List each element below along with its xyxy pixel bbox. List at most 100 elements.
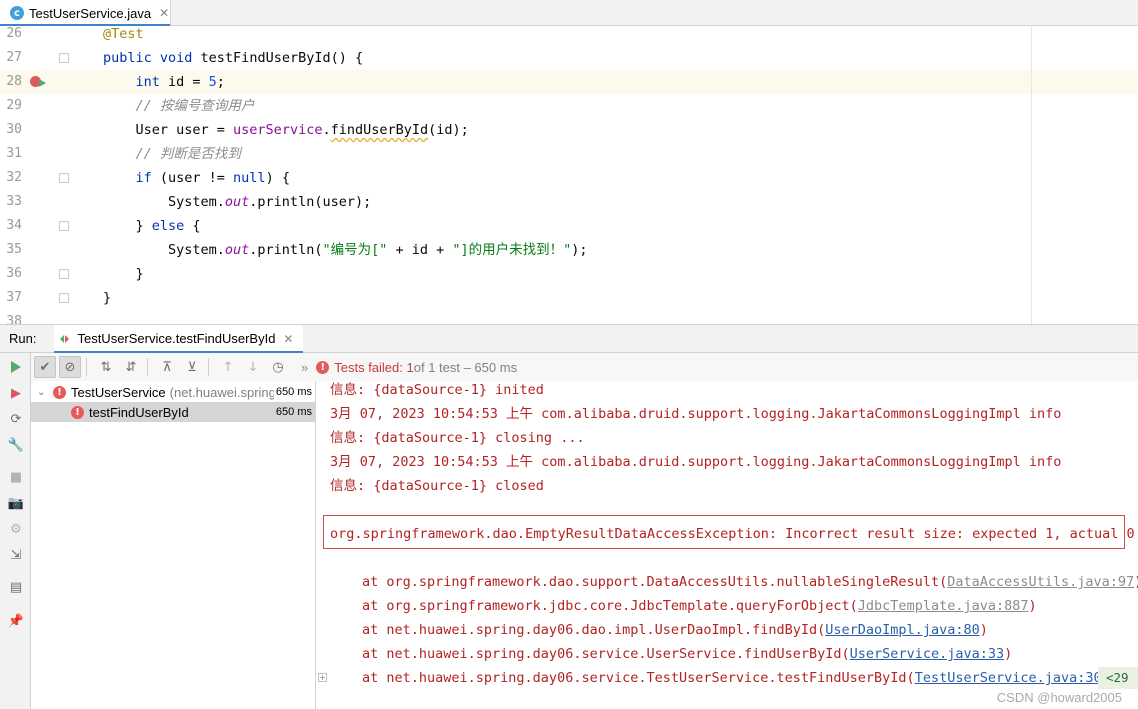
code-text: @Test bbox=[103, 26, 144, 42]
run-icon bbox=[39, 79, 46, 87]
stack-trace-line: at net.huawei.spring.day06.service.TestU… bbox=[362, 670, 1110, 686]
code-line[interactable]: 34} else { bbox=[0, 214, 1138, 238]
line-number: 32 bbox=[6, 170, 22, 185]
editor-tab-label: TestUserService.java bbox=[29, 5, 152, 21]
toolbar-separator bbox=[86, 358, 87, 376]
code-line[interactable]: 36} bbox=[0, 262, 1138, 286]
console-line: 信息: {dataSource-1} closed bbox=[330, 478, 544, 494]
code-text: } bbox=[103, 290, 112, 306]
stack-trace-line: at net.huawei.spring.day06.service.UserS… bbox=[362, 646, 1013, 662]
source-link[interactable]: JdbcTemplate.java:887 bbox=[858, 598, 1029, 614]
code-line[interactable]: 26 @Test bbox=[0, 26, 1138, 46]
next-failed-icon[interactable]: ↓ bbox=[242, 356, 264, 378]
code-text: System.out.println("编号为[" + id + "]的用户未找… bbox=[168, 242, 588, 258]
tree-row-suite[interactable]: ⌄ ! TestUserService (net.huawei.spring 6… bbox=[31, 382, 316, 402]
watermark: CSDN @howard2005 bbox=[996, 690, 1122, 705]
fold-marker-icon[interactable] bbox=[59, 173, 69, 183]
line-number: 30 bbox=[6, 122, 22, 137]
code-line[interactable]: 35 System.out.println("编号为[" + id + "]的用户… bbox=[0, 238, 1138, 262]
source-link[interactable]: UserService.java:33 bbox=[850, 646, 1004, 662]
collapse-all-icon[interactable]: ⊻ bbox=[181, 356, 203, 378]
test-history-icon[interactable]: ◷ bbox=[267, 356, 289, 378]
expand-icon[interactable]: + bbox=[318, 673, 327, 682]
more-frames-badge[interactable]: <29 bbox=[1098, 667, 1138, 689]
previous-failed-icon[interactable]: ↑ bbox=[217, 356, 239, 378]
close-icon[interactable]: ✕ bbox=[159, 6, 169, 20]
code-line[interactable]: 32 if (user != null) { bbox=[0, 166, 1138, 190]
error-icon: ! bbox=[316, 360, 330, 374]
rerun-icon[interactable] bbox=[8, 359, 24, 375]
code-line[interactable]: 27 public void testFindUserById() { bbox=[0, 46, 1138, 70]
source-link[interactable]: TestUserService.java:30 bbox=[915, 670, 1102, 686]
line-number: 31 bbox=[6, 146, 22, 161]
code-editor[interactable]: 26 @Test 27 public void testFindUserById() … bbox=[0, 26, 1138, 324]
fold-marker-icon[interactable] bbox=[59, 53, 69, 63]
tests-summary-label: of 1 test – 650 ms bbox=[413, 359, 518, 375]
line-number: 26 bbox=[6, 26, 22, 41]
fold-marker-icon[interactable] bbox=[59, 221, 69, 231]
line-number: 36 bbox=[6, 266, 22, 281]
sort-alpha-icon[interactable]: ⇅ bbox=[95, 356, 117, 378]
console-line: 3月 07, 2023 10:54:53 上午 com.alibaba.drui… bbox=[330, 406, 1062, 422]
close-icon[interactable]: ✕ bbox=[283, 332, 293, 346]
tree-item-name: testFindUserById bbox=[89, 404, 189, 420]
java-class-icon: c bbox=[10, 6, 24, 20]
code-line[interactable]: 33 System.out.println(user); bbox=[0, 190, 1138, 214]
code-line[interactable]: 37} bbox=[0, 286, 1138, 310]
stop-icon[interactable]: ■ bbox=[8, 469, 24, 485]
run-config-tab[interactable]: TestUserService.testFindUserById ✕ bbox=[54, 324, 304, 354]
code-line[interactable]: 31 // 判断是否找到 bbox=[0, 142, 1138, 166]
code-text: } else { bbox=[135, 218, 201, 234]
code-line[interactable]: 30 User user = userService.findUserById(i… bbox=[0, 118, 1138, 142]
show-passed-icon[interactable]: ✔ bbox=[34, 356, 56, 378]
tree-row-test[interactable]: ! testFindUserById 650 ms bbox=[31, 402, 316, 422]
error-icon: ! bbox=[53, 385, 66, 399]
test-status: » ! Tests failed: 1 of 1 test – 650 ms bbox=[301, 353, 517, 381]
run-config-tab-label: TestUserService.testFindUserById bbox=[77, 331, 276, 346]
wrench-icon[interactable]: 🔧 bbox=[8, 437, 24, 453]
exception-line: org.springframework.dao.EmptyResultDataA… bbox=[330, 526, 1135, 542]
fold-marker-icon[interactable] bbox=[59, 293, 69, 303]
expand-all-icon[interactable]: ⊼ bbox=[156, 356, 178, 378]
source-link[interactable]: UserDaoImpl.java:80 bbox=[825, 622, 979, 638]
pin-icon[interactable]: 📌 bbox=[8, 613, 24, 629]
code-line[interactable]: 38 bbox=[0, 310, 1138, 324]
tests-failed-label: Tests failed: 1 bbox=[334, 359, 414, 375]
chevron-down-icon[interactable]: ⌄ bbox=[37, 387, 49, 398]
tree-item-duration: 650 ms bbox=[275, 386, 312, 398]
rerun-failed-icon[interactable]: ▶ bbox=[8, 385, 24, 401]
tree-item-package: (net.huawei.spring bbox=[169, 384, 274, 400]
test-toolbar: ✔ ⊘ ⇅ ⇵ ⊼ ⊻ ↑ ↓ ◷ » ! Tests failed: 1 of… bbox=[31, 353, 1138, 381]
run-toolwindow-header: Run: TestUserService.testFindUserById ✕ bbox=[0, 324, 1138, 354]
error-icon: ! bbox=[71, 405, 84, 419]
toggle-auto-test-icon[interactable]: ⟳ bbox=[8, 411, 24, 427]
code-line[interactable]: 29 // 按编号查询用户 bbox=[0, 94, 1138, 118]
run-test-gutter-icon[interactable] bbox=[30, 76, 46, 92]
code-text: public void testFindUserById() { bbox=[103, 50, 364, 66]
code-text: // 按编号查询用户 bbox=[135, 98, 255, 114]
line-number: 28 bbox=[6, 74, 22, 89]
run-side-toolbar: ▶ ⟳ 🔧 ■ 📷 ⚙ ⇲ ▤ 📌 bbox=[0, 353, 31, 709]
code-text: } bbox=[135, 266, 144, 282]
stack-trace-line: at org.springframework.dao.support.DataA… bbox=[362, 574, 1138, 590]
console-output[interactable]: 信息: {dataSource-1} inited 3月 07, 2023 10… bbox=[317, 381, 1138, 709]
settings-icon[interactable]: ⚙ bbox=[8, 521, 24, 537]
layout-icon[interactable]: ▤ bbox=[8, 579, 24, 595]
more-icon[interactable]: » bbox=[301, 360, 308, 375]
import-icon[interactable]: ⇲ bbox=[8, 547, 24, 563]
fold-marker-icon[interactable] bbox=[59, 269, 69, 279]
stack-trace-line: at net.huawei.spring.day06.dao.impl.User… bbox=[362, 622, 988, 638]
sort-duration-icon[interactable]: ⇵ bbox=[120, 356, 142, 378]
camera-icon[interactable]: 📷 bbox=[8, 495, 24, 511]
code-text: if (user != null) { bbox=[135, 170, 290, 186]
source-link[interactable]: DataAccessUtils.java:97 bbox=[947, 574, 1134, 590]
code-line[interactable]: 28 int id = 5; bbox=[0, 70, 1138, 94]
editor-tab-bar: c TestUserService.java ✕ bbox=[0, 0, 1138, 27]
line-number: 29 bbox=[6, 98, 22, 113]
editor-tab-testuserservice[interactable]: c TestUserService.java ✕ bbox=[0, 0, 171, 27]
tree-item-duration: 650 ms bbox=[275, 406, 312, 418]
toolbar-separator bbox=[147, 358, 148, 376]
show-ignored-icon[interactable]: ⊘ bbox=[59, 356, 81, 378]
test-config-icon bbox=[60, 334, 70, 344]
console-line: 3月 07, 2023 10:54:53 上午 com.alibaba.drui… bbox=[330, 454, 1062, 470]
